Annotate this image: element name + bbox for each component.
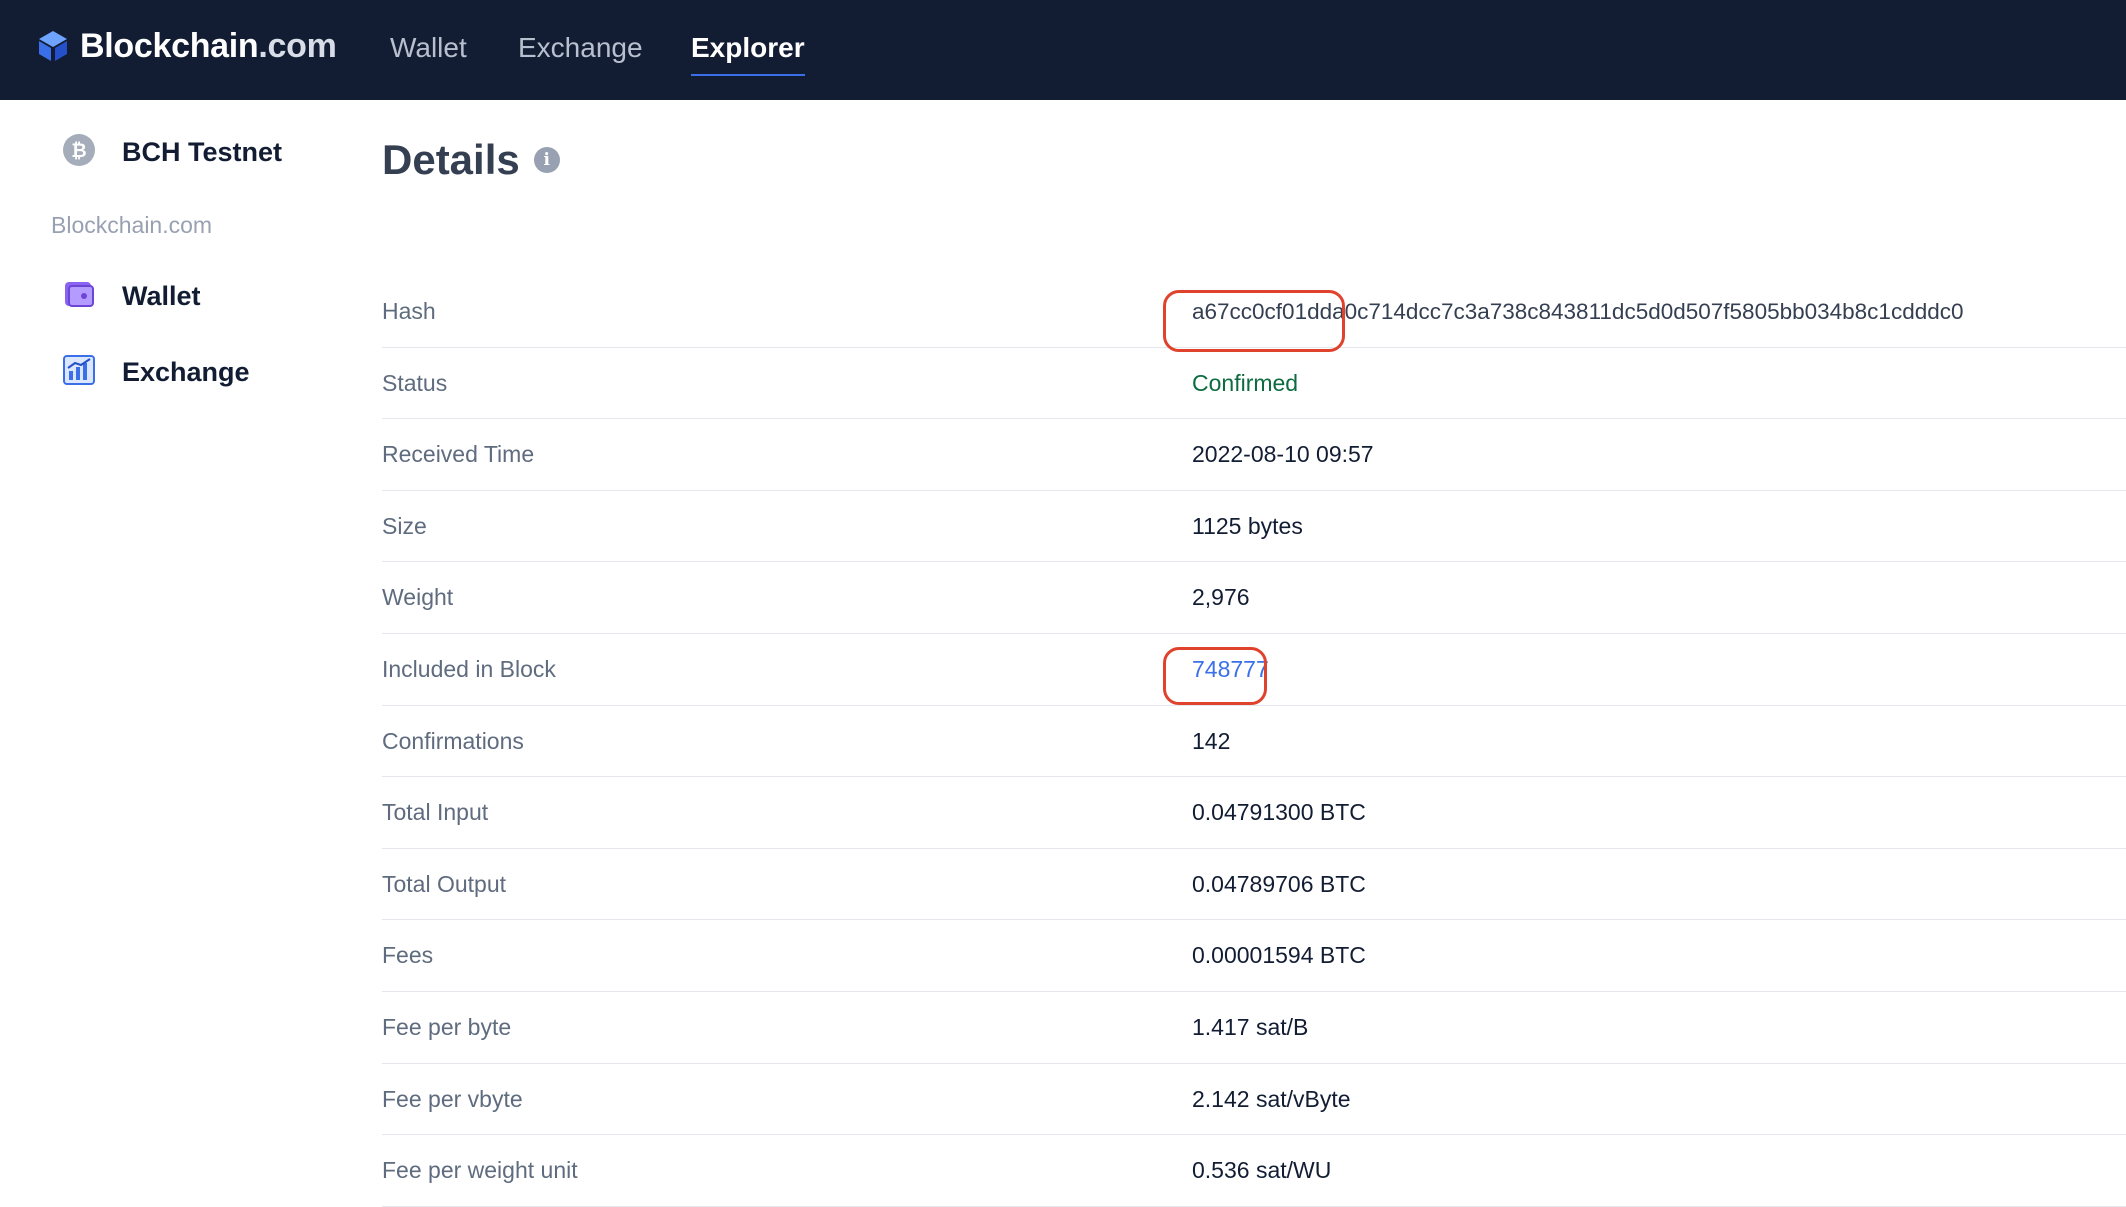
detail-key: Included in Block — [382, 655, 556, 682]
detail-row-fee-per-byte: Fee per byte 1.417 sat/B — [382, 992, 2126, 1064]
detail-row-fee-per-vbyte: Fee per vbyte 2.142 sat/vByte — [382, 1064, 2126, 1136]
brand-name: Blockchain.com — [80, 26, 337, 65]
detail-value-fees: 0.00001594 BTC — [1192, 942, 1366, 969]
detail-value-fee-per-byte: 1.417 sat/B — [1192, 1013, 1309, 1040]
detail-key: Size — [382, 512, 427, 539]
detail-key: Weight — [382, 584, 454, 611]
detail-value-fee-per-vbyte: 2.142 sat/vByte — [1192, 1085, 1351, 1112]
detail-value-size: 1125 bytes — [1192, 512, 1303, 539]
svg-text:₿: ₿ — [71, 140, 86, 162]
exchange-chart-icon — [62, 353, 96, 392]
detail-key: Total Input — [382, 799, 489, 826]
detail-key: Hash — [382, 298, 436, 324]
nav-wallet-link[interactable]: Wallet — [390, 30, 467, 66]
blockchain-logo-icon — [36, 29, 70, 63]
detail-row-hash: Hash a67cc0cf01dda0c714dcc7c3a738c843811… — [382, 276, 2126, 348]
detail-value-total-input: 0.04791300 BTC — [1192, 799, 1366, 826]
sidebar-network-bch-testnet[interactable]: ₿ BCH Testnet — [62, 132, 282, 172]
detail-key: Fee per byte — [382, 1013, 512, 1040]
detail-row-size: Size 1125 bytes — [382, 491, 2126, 563]
top-navbar: Blockchain.com Wallet Exchange Explorer — [0, 0, 2126, 100]
sidebar-item-exchange-label: Exchange — [122, 356, 250, 387]
detail-row-received-time: Received Time 2022-08-10 09:57 — [382, 419, 2126, 491]
sidebar-item-exchange[interactable]: Exchange — [62, 352, 250, 392]
detail-value-weight: 2,976 — [1192, 584, 1250, 611]
detail-row-confirmations: Confirmations 142 — [382, 706, 2126, 778]
detail-row-fees: Fees 0.00001594 BTC — [382, 920, 2126, 992]
detail-value-status: Confirmed — [1192, 369, 1299, 396]
detail-key: Confirmations — [382, 727, 524, 754]
detail-value-fee-per-weight-unit: 0.536 sat/WU — [1192, 1157, 1332, 1184]
detail-row-fee-per-weight-unit: Fee per weight unit 0.536 sat/WU — [382, 1135, 2126, 1207]
sidebar-item-wallet-label: Wallet — [122, 280, 201, 311]
detail-row-status: Status Confirmed — [382, 348, 2126, 420]
detail-key: Received Time — [382, 441, 535, 468]
brand-logo-link[interactable]: Blockchain.com — [36, 26, 337, 66]
detail-row-total-output: Total Output 0.04789706 BTC — [382, 849, 2126, 921]
detail-value-total-output: 0.04789706 BTC — [1192, 870, 1366, 897]
details-table: Hash a67cc0cf01dda0c714dcc7c3a738c843811… — [382, 276, 2126, 1207]
nav-explorer-link[interactable]: Explorer — [691, 30, 805, 76]
detail-key: Fees — [382, 942, 434, 969]
detail-row-weight: Weight 2,976 — [382, 562, 2126, 634]
details-header: Details i — [382, 136, 560, 184]
detail-key: Total Output — [382, 870, 507, 897]
detail-value-received-time: 2022-08-10 09:57 — [1192, 441, 1374, 468]
nav-exchange-link[interactable]: Exchange — [518, 30, 643, 66]
page-title: Details — [382, 136, 520, 183]
bitcoin-cash-icon: ₿ — [62, 133, 96, 172]
info-icon[interactable]: i — [533, 147, 560, 173]
detail-row-total-input: Total Input 0.04791300 BTC — [382, 777, 2126, 849]
detail-key: Status — [382, 369, 448, 396]
block-height-link[interactable]: 748777 — [1192, 634, 1269, 706]
sidebar-network-label: BCH Testnet — [122, 136, 283, 167]
detail-key: Fee per vbyte — [382, 1085, 523, 1112]
detail-row-included-in-block: Included in Block 748777 — [382, 634, 2126, 706]
detail-value-confirmations: 142 — [1192, 727, 1231, 754]
detail-value-hash[interactable]: a67cc0cf01dda0c714dcc7c3a738c843811dc5d0… — [1192, 276, 1964, 348]
sidebar: ₿ BCH Testnet Blockchain.com Wallet Exch… — [0, 100, 340, 1142]
wallet-icon — [62, 277, 96, 316]
detail-key: Fee per weight unit — [382, 1157, 578, 1184]
sidebar-section-title: Blockchain.com — [51, 212, 213, 238]
sidebar-item-wallet[interactable]: Wallet — [62, 276, 201, 316]
